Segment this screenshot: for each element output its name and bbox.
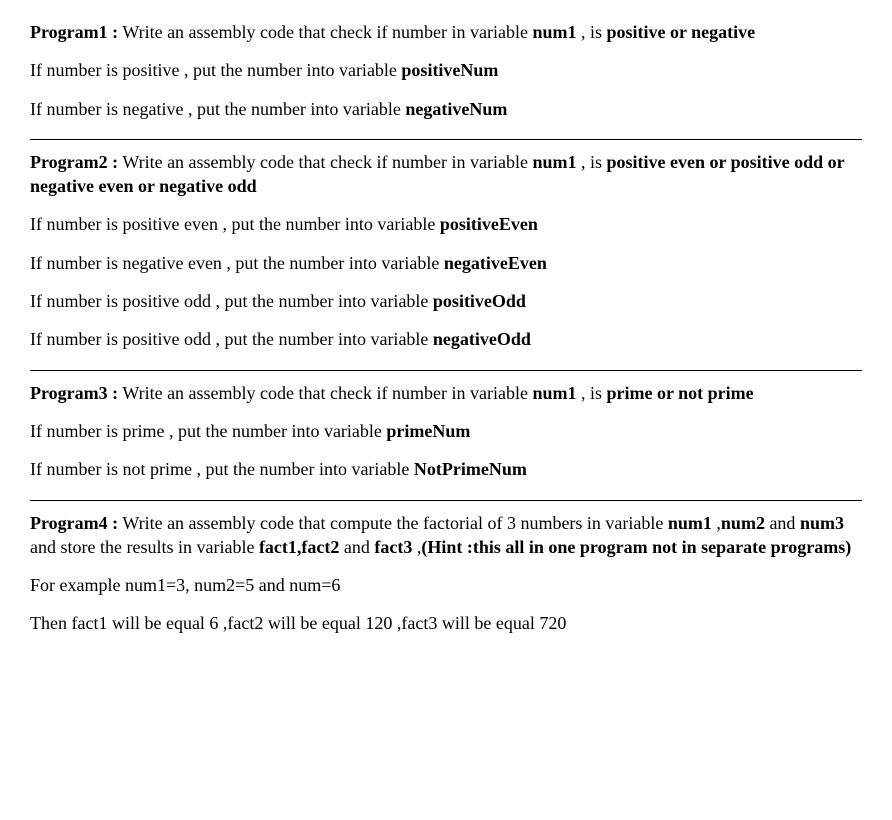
program4-section: Program4 : Write an assembly code that c… (30, 511, 862, 652)
program4-var1: num1 (668, 513, 712, 533)
program3-line1-var: primeNum (386, 421, 470, 441)
program3-line2: If number is not prime , put the number … (30, 457, 862, 481)
divider (30, 370, 862, 371)
program1-title-var: num1 (532, 22, 576, 42)
program3-title: Program3 : Write an assembly code that c… (30, 381, 862, 405)
program2-line3-pre: If number is positive odd , put the numb… (30, 291, 433, 311)
program3-title-cond: prime or not prime (606, 383, 753, 403)
program1-line2: If number is negative , put the number i… (30, 97, 862, 121)
program1-line2-var: negativeNum (405, 99, 507, 119)
program2-title-var: num1 (532, 152, 576, 172)
program2-line1-pre: If number is positive even , put the num… (30, 214, 440, 234)
program3-title-var: num1 (532, 383, 576, 403)
program2-line3: If number is positive odd , put the numb… (30, 289, 862, 313)
program4-mid4: and (339, 537, 374, 557)
program1-section: Program1 : Write an assembly code that c… (30, 20, 862, 137)
program4-mid3: and store the results in variable (30, 537, 259, 557)
program4-title-pre: Write an assembly code that compute the … (118, 513, 668, 533)
program2-line1: If number is positive even , put the num… (30, 212, 862, 236)
program3-line2-pre: If number is not prime , put the number … (30, 459, 414, 479)
program4-line1: For example num1=3, num2=5 and num=6 (30, 573, 862, 597)
program3-label: Program3 : (30, 383, 118, 403)
program1-title: Program1 : Write an assembly code that c… (30, 20, 862, 44)
program2-line2-var: negativeEven (444, 253, 547, 273)
program4-var3: num3 (800, 513, 844, 533)
program2-section: Program2 : Write an assembly code that c… (30, 150, 862, 368)
program4-var2: num2 (721, 513, 765, 533)
program2-title-mid: , is (576, 152, 606, 172)
program4-var4: fact1,fact2 (259, 537, 339, 557)
program3-title-mid: , is (576, 383, 606, 403)
program4-var5: fact3 (374, 537, 412, 557)
divider (30, 500, 862, 501)
program1-label: Program1 : (30, 22, 118, 42)
program3-line1: If number is prime , put the number into… (30, 419, 862, 443)
program4-title: Program4 : Write an assembly code that c… (30, 511, 862, 560)
program3-title-pre: Write an assembly code that check if num… (118, 383, 532, 403)
program2-line3-var: positiveOdd (433, 291, 526, 311)
program1-title-pre: Write an assembly code that check if num… (118, 22, 532, 42)
program3-line1-pre: If number is prime , put the number into… (30, 421, 386, 441)
program1-line1-pre: If number is positive , put the number i… (30, 60, 401, 80)
program3-section: Program3 : Write an assembly code that c… (30, 381, 862, 498)
program4-mid2: and (765, 513, 800, 533)
program1-title-cond: positive or negative (606, 22, 755, 42)
program2-line4: If number is positive odd , put the numb… (30, 327, 862, 351)
program4-hint: (Hint :this all in one program not in se… (421, 537, 851, 557)
divider (30, 139, 862, 140)
program1-line1-var: positiveNum (401, 60, 498, 80)
program2-line2-pre: If number is negative even , put the num… (30, 253, 444, 273)
program4-line2: Then fact1 will be equal 6 ,fact2 will b… (30, 611, 862, 635)
program2-line1-var: positiveEven (440, 214, 538, 234)
program1-line1: If number is positive , put the number i… (30, 58, 862, 82)
program4-mid1: , (712, 513, 721, 533)
program4-label: Program4 : (30, 513, 118, 533)
program2-line4-var: negativeOdd (433, 329, 531, 349)
program1-line2-pre: If number is negative , put the number i… (30, 99, 405, 119)
program2-title-pre: Write an assembly code that check if num… (118, 152, 532, 172)
program2-label: Program2 : (30, 152, 118, 172)
program2-line4-pre: If number is positive odd , put the numb… (30, 329, 433, 349)
program2-title: Program2 : Write an assembly code that c… (30, 150, 862, 199)
program1-title-mid: , is (576, 22, 606, 42)
program3-line2-var: NotPrimeNum (414, 459, 527, 479)
program2-line2: If number is negative even , put the num… (30, 251, 862, 275)
